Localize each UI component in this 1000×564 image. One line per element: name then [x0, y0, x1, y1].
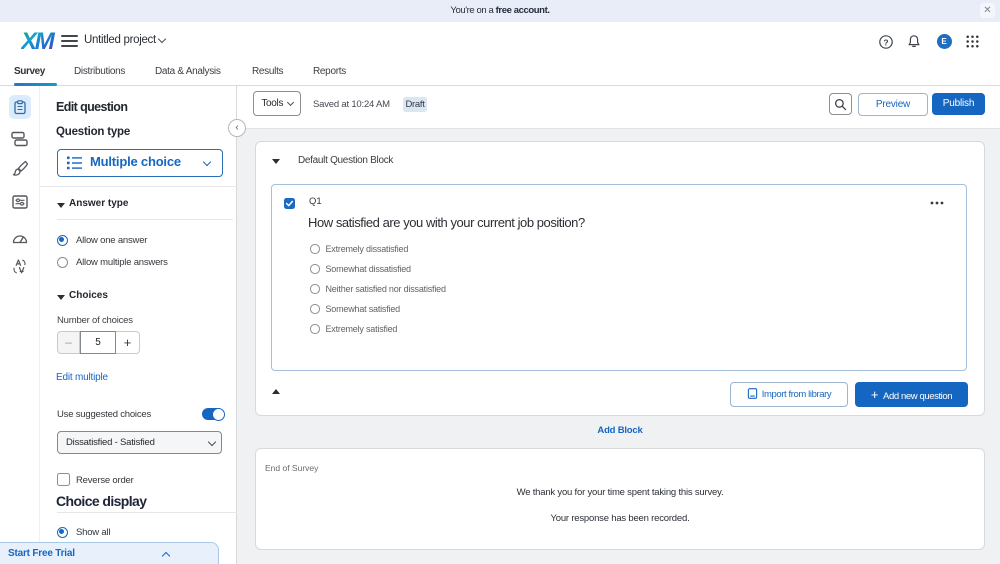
svg-text:?: ? [883, 37, 888, 47]
svg-text:XM: XM [21, 28, 56, 55]
